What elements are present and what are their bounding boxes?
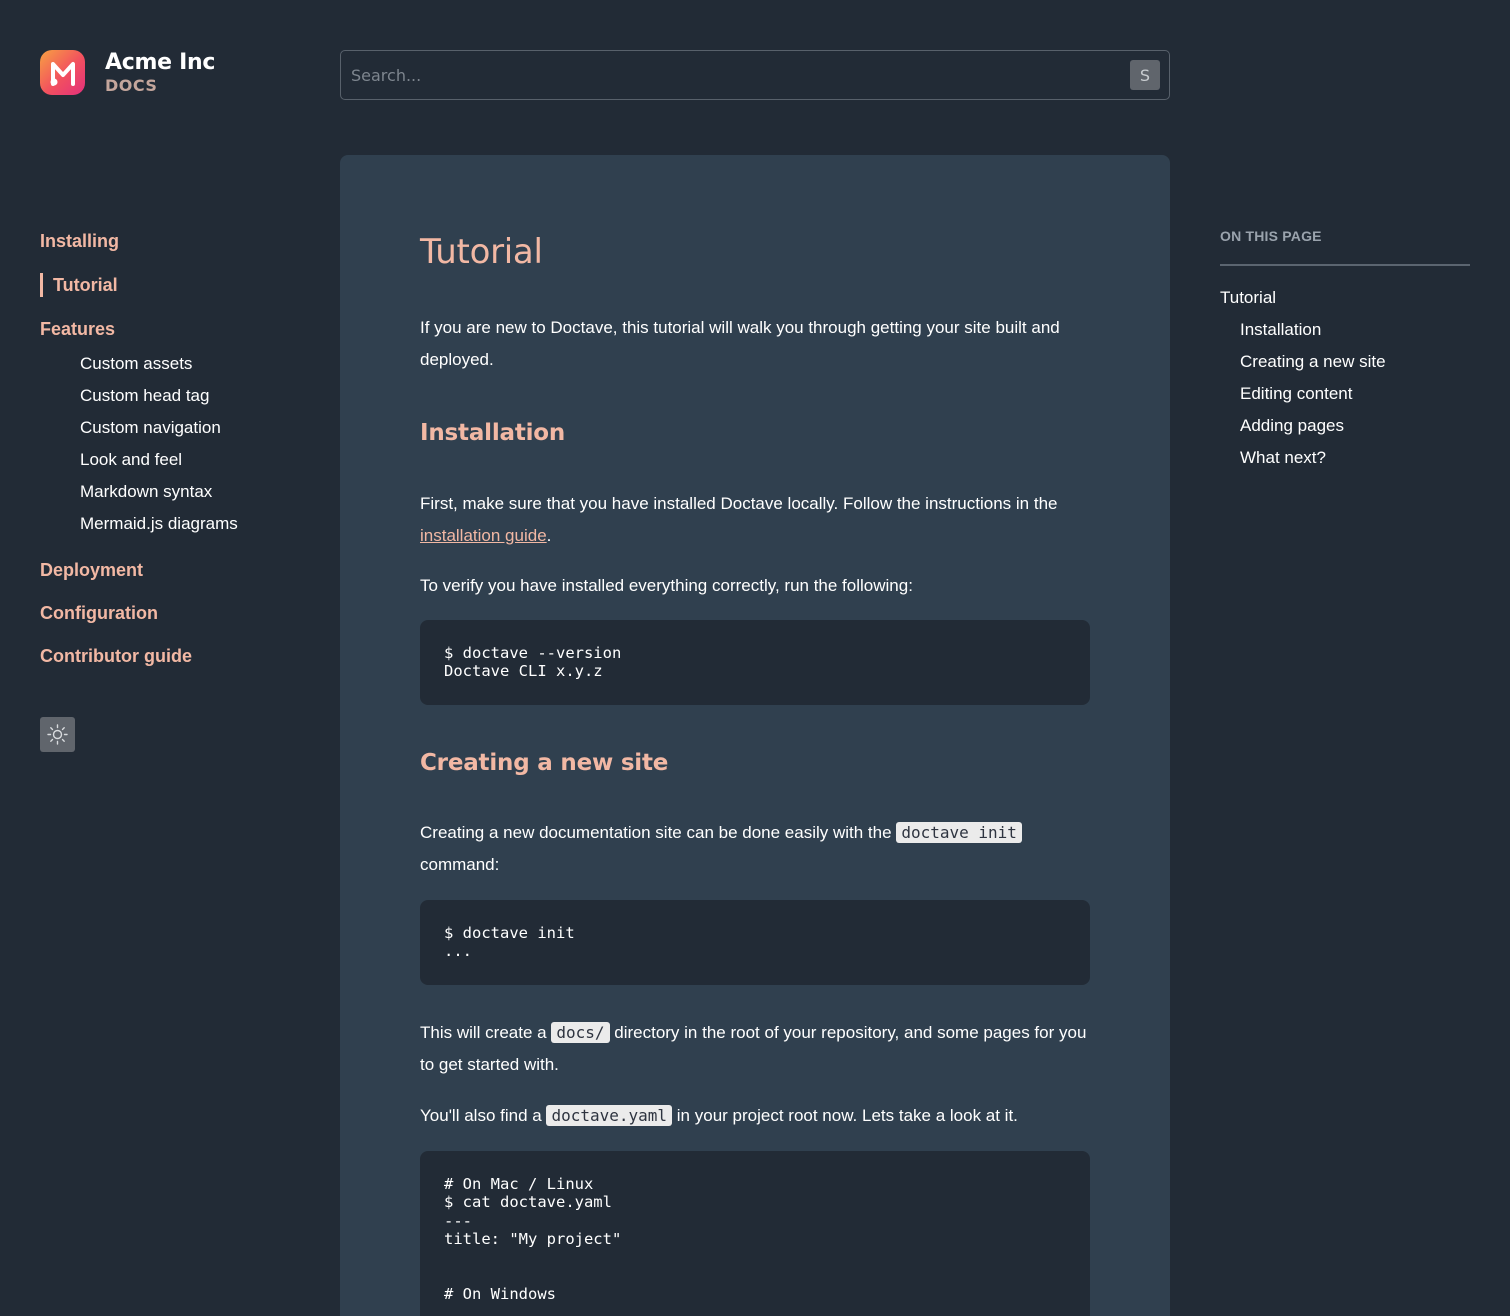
intro-paragraph: If you are new to Doctave, this tutorial… (420, 318, 1060, 369)
code-block-version: $ doctave --version Doctave CLI x.y.z (420, 620, 1090, 705)
nav-sub-item-custom-navigation[interactable]: Custom navigation (80, 412, 310, 444)
nav-sub-item-look-and-feel[interactable]: Look and feel (80, 444, 310, 476)
new-site-paragraph: Creating a new documentation site can be… (420, 817, 1100, 881)
nav-item-contributor-guide[interactable]: Contributor guide (40, 643, 310, 686)
page-title: Tutorial (420, 232, 543, 272)
nav-sub-item-custom-head-tag[interactable]: Custom head tag (80, 380, 310, 412)
docs-dir-paragraph: This will create a docs/ directory in th… (420, 1017, 1100, 1081)
search-input[interactable] (341, 51, 1169, 99)
installation-period: . (546, 526, 552, 545)
brand-logo[interactable]: Acme Inc DOCS (40, 50, 215, 95)
nav-item-installing[interactable]: Installing (40, 228, 310, 271)
new-site-text: Creating a new documentation site can be… (420, 823, 892, 842)
nav-item-deployment[interactable]: Deployment (40, 557, 310, 600)
yaml-text: You'll also find a (420, 1106, 542, 1125)
inline-code-doctave-init: doctave init (896, 822, 1022, 843)
installation-text: First, make sure that you have installed… (420, 494, 1058, 513)
toc-item-what-next[interactable]: What next? (1220, 442, 1470, 474)
new-site-text-after: command: (420, 855, 500, 874)
nav-sub-item-custom-assets[interactable]: Custom assets (80, 348, 310, 380)
code-block-cat-yaml: # On Mac / Linux $ cat doctave.yaml --- … (420, 1151, 1090, 1316)
installation-guide-link[interactable]: installation guide (420, 526, 547, 545)
nav-sub-item-markdown-syntax[interactable]: Markdown syntax (80, 476, 310, 508)
yaml-paragraph: You'll also find a doctave.yaml in your … (420, 1100, 1100, 1132)
sidebar-nav: Installing Tutorial Features Custom asse… (40, 228, 310, 686)
nav-sub-item-mermaid-diagrams[interactable]: Mermaid.js diagrams (80, 508, 310, 540)
toc-item-creating-new-site[interactable]: Creating a new site (1220, 346, 1470, 378)
toc-item-editing-content[interactable]: Editing content (1220, 378, 1470, 410)
logo-icon (40, 50, 85, 95)
search-box[interactable]: S (340, 50, 1170, 100)
theme-toggle-button[interactable] (40, 717, 75, 752)
nav-item-configuration[interactable]: Configuration (40, 600, 310, 643)
brand-subtitle: DOCS (105, 75, 158, 95)
toc-item-adding-pages[interactable]: Adding pages (1220, 410, 1470, 442)
nav-item-features[interactable]: Features (40, 316, 310, 341)
inline-code-docs: docs/ (551, 1022, 610, 1043)
inline-code-doctave-yaml: doctave.yaml (546, 1105, 673, 1126)
toc-item-installation[interactable]: Installation (1220, 314, 1470, 346)
table-of-contents: ON THIS PAGE Tutorial Installation Creat… (1220, 228, 1470, 474)
verify-paragraph: To verify you have installed everything … (420, 576, 913, 595)
nav-item-tutorial[interactable]: Tutorial (40, 273, 310, 297)
toc-title: ON THIS PAGE (1220, 228, 1470, 266)
toc-item-tutorial[interactable]: Tutorial (1220, 282, 1470, 314)
code-block-init: $ doctave init ... (420, 900, 1090, 985)
nav-features-submenu: Custom assets Custom head tag Custom nav… (40, 348, 310, 540)
heading-installation: Installation (420, 420, 566, 446)
heading-creating-new-site: Creating a new site (420, 750, 669, 776)
brand-name: Acme Inc (105, 49, 216, 75)
main-content-panel: Tutorial If you are new to Doctave, this… (340, 155, 1170, 1316)
yaml-text-after: in your project root now. Lets take a lo… (676, 1106, 1018, 1125)
search-shortcut-key: S (1130, 60, 1160, 90)
docs-dir-text: This will create a (420, 1023, 547, 1042)
toc-list: Tutorial Installation Creating a new sit… (1220, 282, 1470, 474)
sun-icon (47, 724, 68, 745)
installation-paragraph: First, make sure that you have installed… (420, 488, 1100, 552)
